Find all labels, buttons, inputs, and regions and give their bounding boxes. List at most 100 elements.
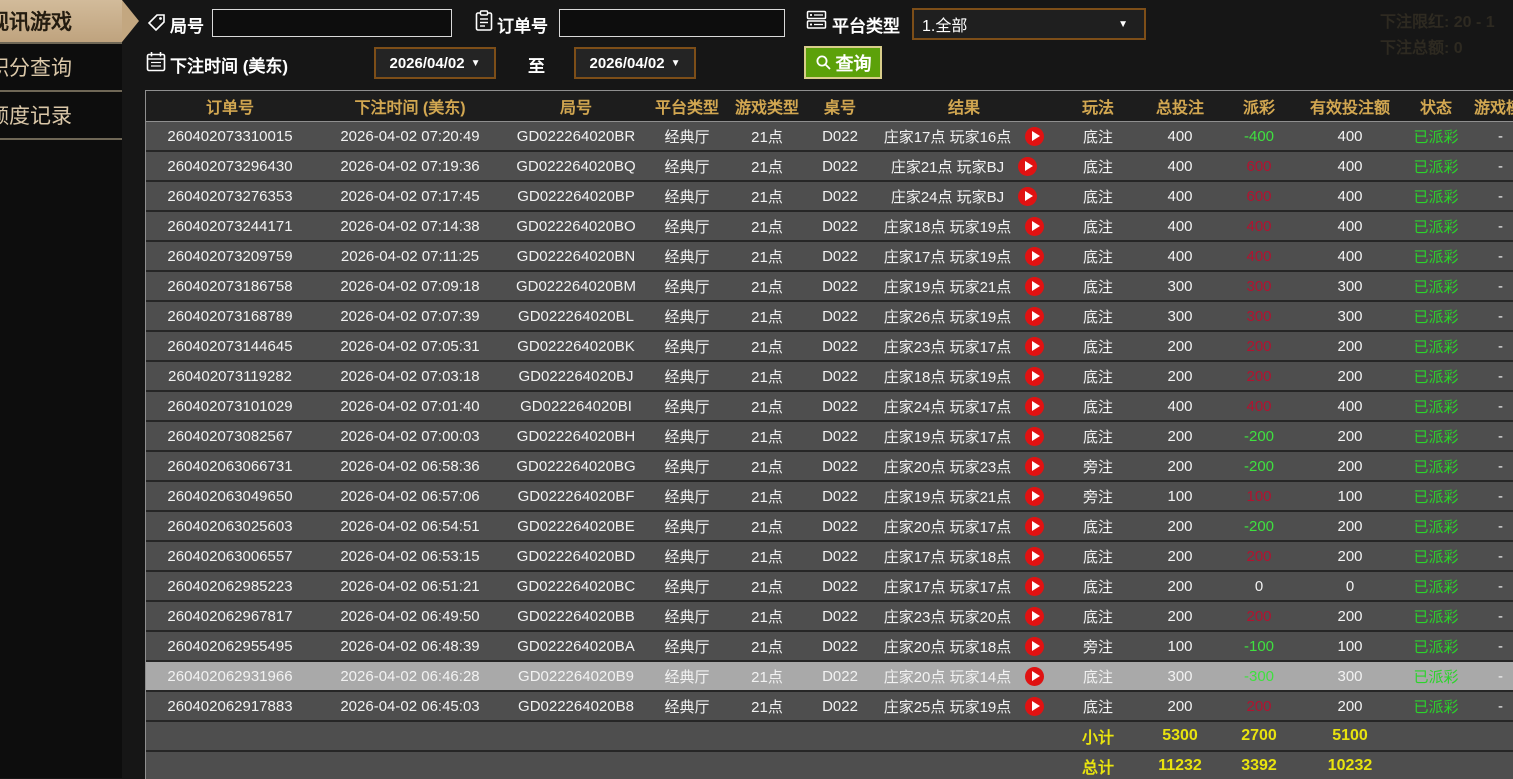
cell-time: 2026-04-02 07:03:18 (314, 361, 506, 391)
play-video-icon[interactable] (1025, 367, 1044, 386)
cell-table: D022 (806, 271, 874, 301)
cell-total_bet: 100 (1142, 631, 1218, 661)
cell-status: 已派彩 (1400, 691, 1472, 721)
cell-valid_bet: 200 (1300, 361, 1400, 391)
cell-status: 已派彩 (1400, 301, 1472, 331)
play-video-icon[interactable] (1025, 487, 1044, 506)
play-video-icon[interactable] (1025, 697, 1044, 716)
table-row[interactable]: 2604020629852232026-04-02 06:51:21GD0222… (146, 571, 1513, 601)
play-video-icon[interactable] (1025, 667, 1044, 686)
play-video-icon[interactable] (1025, 457, 1044, 476)
play-video-icon[interactable] (1025, 337, 1044, 356)
subtotal-total-bet: 5300 (1142, 721, 1218, 751)
cell-total_bet: 100 (1142, 481, 1218, 511)
table-row[interactable]: 2604020731867582026-04-02 07:09:18GD0222… (146, 271, 1513, 301)
table-row[interactable]: 2604020630065572026-04-02 06:53:15GD0222… (146, 541, 1513, 571)
play-video-icon[interactable] (1025, 637, 1044, 656)
result-text: 庄家20点 玩家17点 (884, 516, 1012, 537)
cell-table: D022 (806, 301, 874, 331)
cell-time: 2026-04-02 07:00:03 (314, 421, 506, 451)
table-row[interactable]: 2604020629554952026-04-02 06:48:39GD0222… (146, 631, 1513, 661)
table-row[interactable]: 2604020732441712026-04-02 07:14:38GD0222… (146, 211, 1513, 241)
cell-order: 260402073082567 (146, 421, 314, 451)
cell-round: GD022264020BQ (506, 151, 646, 181)
cell-platform: 经典厅 (646, 151, 728, 181)
table-row[interactable]: 2604020731687892026-04-02 07:07:39GD0222… (146, 301, 1513, 331)
table-row[interactable]: 2604020731010292026-04-02 07:01:40GD0222… (146, 391, 1513, 421)
order-number-input[interactable] (559, 9, 785, 37)
cell-platform: 经典厅 (646, 331, 728, 361)
cell-total_bet: 400 (1142, 122, 1218, 152)
cell-game: 21点 (728, 601, 806, 631)
sidebar-item-video-games[interactable]: 视讯游戏 (0, 0, 122, 42)
cell-payout: 300 (1218, 301, 1300, 331)
table-row[interactable]: 2604020630256032026-04-02 06:54:51GD0222… (146, 511, 1513, 541)
cell-result: 庄家23点 玩家17点 (874, 331, 1054, 361)
sidebar-item-label: 积分查询 (0, 52, 72, 82)
search-button[interactable]: 查询 (804, 46, 882, 79)
play-video-icon[interactable] (1025, 247, 1044, 266)
cell-table: D022 (806, 181, 874, 211)
play-video-icon[interactable] (1025, 217, 1044, 236)
cell-valid_bet: 300 (1300, 271, 1400, 301)
cell-result: 庄家20点 玩家18点 (874, 631, 1054, 661)
play-video-icon[interactable] (1025, 427, 1044, 446)
cell-time: 2026-04-02 07:17:45 (314, 181, 506, 211)
table-row[interactable]: 2604020630667312026-04-02 06:58:36GD0222… (146, 451, 1513, 481)
cell-game: 21点 (728, 211, 806, 241)
table-row[interactable]: 2604020629678172026-04-02 06:49:50GD0222… (146, 601, 1513, 631)
cell-payout: 200 (1218, 691, 1300, 721)
cell-game: 21点 (728, 151, 806, 181)
cell-extra: - (1472, 691, 1513, 721)
table-row[interactable]: 2604020732763532026-04-02 07:17:45GD0222… (146, 181, 1513, 211)
play-video-icon[interactable] (1025, 517, 1044, 536)
table-row[interactable]: 2604020629319662026-04-02 06:46:28GD0222… (146, 661, 1513, 691)
cell-valid_bet: 400 (1300, 151, 1400, 181)
cell-status: 已派彩 (1400, 451, 1472, 481)
cell-table: D022 (806, 331, 874, 361)
cell-valid_bet: 400 (1300, 122, 1400, 152)
cell-play: 旁注 (1054, 481, 1142, 511)
table-row[interactable]: 2604020629178832026-04-02 06:45:03GD0222… (146, 691, 1513, 721)
platform-type-select[interactable]: 1.全部 ▼ (912, 8, 1146, 40)
subtotal-spacer (146, 721, 1054, 751)
cell-valid_bet: 100 (1300, 631, 1400, 661)
cell-game: 21点 (728, 421, 806, 451)
date-to-picker[interactable]: 2026/04/02 ▼ (574, 47, 696, 79)
table-row[interactable]: 2604020731446452026-04-02 07:05:31GD0222… (146, 331, 1513, 361)
cell-status: 已派彩 (1400, 122, 1472, 152)
play-video-icon[interactable] (1025, 277, 1044, 296)
cell-platform: 经典厅 (646, 211, 728, 241)
cell-play: 底注 (1054, 241, 1142, 271)
play-video-icon[interactable] (1025, 397, 1044, 416)
round-number-input[interactable] (212, 9, 452, 37)
cell-platform: 经典厅 (646, 541, 728, 571)
table-row[interactable]: 2604020731192822026-04-02 07:03:18GD0222… (146, 361, 1513, 391)
cell-result: 庄家26点 玩家19点 (874, 301, 1054, 331)
table-row[interactable]: 2604020732097592026-04-02 07:11:25GD0222… (146, 241, 1513, 271)
play-video-icon[interactable] (1025, 547, 1044, 566)
play-video-icon[interactable] (1025, 127, 1044, 146)
table-row[interactable]: 2604020630496502026-04-02 06:57:06GD0222… (146, 481, 1513, 511)
play-video-icon[interactable] (1025, 607, 1044, 626)
play-video-icon[interactable] (1025, 577, 1044, 596)
cell-play: 底注 (1054, 181, 1142, 211)
cell-game: 21点 (728, 631, 806, 661)
cell-game: 21点 (728, 181, 806, 211)
result-text: 庄家20点 玩家14点 (884, 666, 1012, 687)
table-row[interactable]: 2604020732964302026-04-02 07:19:36GD0222… (146, 151, 1513, 181)
sidebar-item-quota-records[interactable]: 额度记录 (0, 92, 122, 138)
cell-time: 2026-04-02 07:19:36 (314, 151, 506, 181)
play-video-icon[interactable] (1018, 157, 1037, 176)
sidebar-item-points-query[interactable]: 积分查询 (0, 44, 122, 90)
date-from-picker[interactable]: 2026/04/02 ▼ (374, 47, 496, 79)
play-video-icon[interactable] (1025, 307, 1044, 326)
sidebar-item-label: 视讯游戏 (0, 6, 72, 36)
table-row[interactable]: 2604020733100152026-04-02 07:20:49GD0222… (146, 122, 1513, 152)
play-video-icon[interactable] (1018, 187, 1037, 206)
subtotal-label: 小计 (1054, 721, 1142, 751)
table-row[interactable]: 2604020730825672026-04-02 07:00:03GD0222… (146, 421, 1513, 451)
cell-game: 21点 (728, 271, 806, 301)
cell-order: 260402063006557 (146, 541, 314, 571)
cell-round: GD022264020B9 (506, 661, 646, 691)
